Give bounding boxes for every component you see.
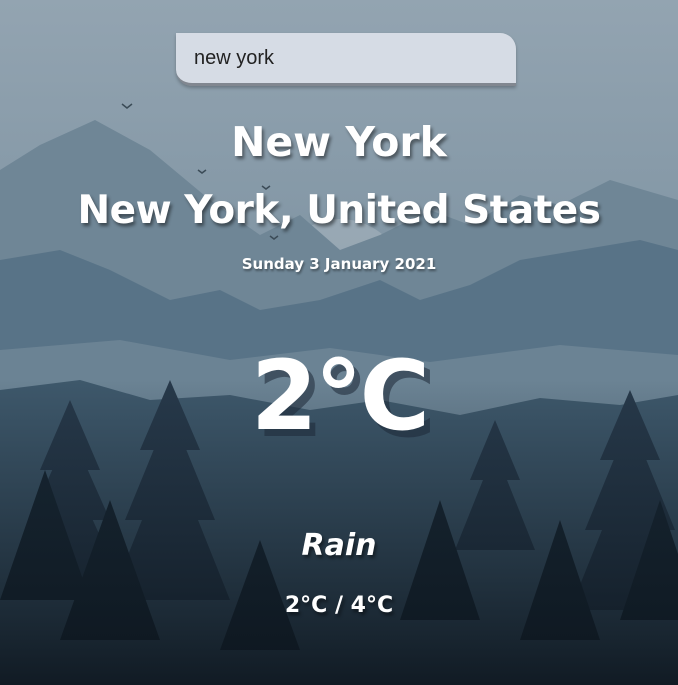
current-temperature: 2°C bbox=[250, 340, 430, 452]
current-date: Sunday 3 January 2021 bbox=[241, 255, 437, 273]
city-name: New York bbox=[231, 118, 447, 166]
weather-description: Rain bbox=[301, 528, 377, 563]
temperature-range: 2°C / 4°C bbox=[284, 593, 394, 618]
location-full-name: New York, United States bbox=[77, 188, 601, 233]
search-input[interactable] bbox=[176, 33, 516, 86]
